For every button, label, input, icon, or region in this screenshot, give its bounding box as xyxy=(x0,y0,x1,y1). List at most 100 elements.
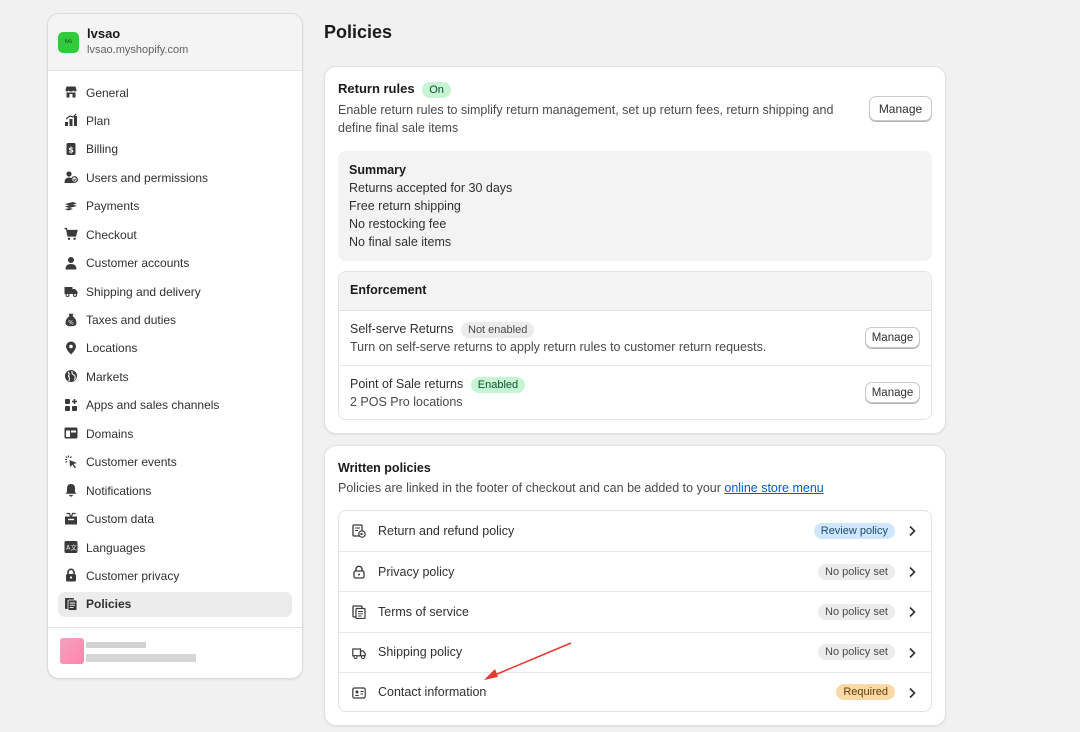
sidebar-item-markets[interactable]: Markets xyxy=(58,364,292,389)
sidebar-item-customer-events[interactable]: Customer events xyxy=(58,450,292,475)
chevron-right-icon xyxy=(905,524,919,538)
sidebar-item-label: Locations xyxy=(86,341,138,356)
sidebar-item-notifications[interactable]: Notifications xyxy=(58,478,292,503)
sidebar-item-apps[interactable]: Apps and sales channels xyxy=(58,393,292,418)
chevron-right-icon xyxy=(905,565,919,579)
person-icon xyxy=(64,256,78,270)
policy-row-terms[interactable]: Terms of service No policy set xyxy=(339,591,931,631)
summary-panel: Summary Returns accepted for 30 days Fre… xyxy=(338,151,932,261)
policy-row-shipping[interactable]: Shipping policy No policy set xyxy=(339,631,931,672)
sidebar-item-label: Apps and sales channels xyxy=(86,398,220,413)
settings-sidebar: lvs lvsao lvsao.myshopify.com General Pl… xyxy=(47,13,303,679)
sidebar-item-label: General xyxy=(86,85,129,100)
policy-label: Terms of service xyxy=(378,604,469,619)
self-serve-returns-label: Self-serve Returns xyxy=(350,322,454,336)
enforcement-panel: Enforcement Self-serve Returns Not enabl… xyxy=(338,271,932,420)
store-header[interactable]: lvs lvsao lvsao.myshopify.com xyxy=(48,14,302,71)
pos-returns-description: 2 POS Pro locations xyxy=(350,395,463,409)
chevron-right-icon xyxy=(905,686,919,700)
sidebar-item-languages[interactable]: A文 Languages xyxy=(58,535,292,560)
store-name: lvsao xyxy=(87,26,121,41)
bell-icon xyxy=(64,483,78,497)
custom-data-icon xyxy=(64,512,78,526)
manage-self-serve-button[interactable]: Manage xyxy=(865,327,920,348)
blurred-user-account[interactable] xyxy=(60,638,210,672)
tax-icon: % xyxy=(64,313,78,327)
status-badge: Not enabled xyxy=(461,321,535,338)
written-policies-description: Policies are linked in the footer of che… xyxy=(338,479,824,497)
sidebar-item-shipping[interactable]: Shipping and delivery xyxy=(58,279,292,304)
return-rules-description: Enable return rules to simplify return m… xyxy=(338,103,834,135)
sidebar-item-label: Domains xyxy=(86,426,134,441)
sidebar-divider xyxy=(48,627,302,628)
sidebar-item-label: Users and permissions xyxy=(86,170,209,185)
sidebar-item-customer-privacy[interactable]: Customer privacy xyxy=(58,563,292,588)
policy-row-return-refund[interactable]: Return and refund policy Review policy xyxy=(339,511,931,551)
written-policies-description-text: Policies are linked in the footer of che… xyxy=(338,481,721,495)
chevron-right-icon xyxy=(905,605,919,619)
policy-label: Contact information xyxy=(378,685,487,700)
enforcement-row-pos: Point of Sale returns Enabled 2 POS Pro … xyxy=(339,365,931,419)
sidebar-item-taxes[interactable]: % Taxes and duties xyxy=(58,308,292,333)
summary-line: No restocking fee xyxy=(349,217,447,231)
summary-title: Summary xyxy=(349,163,406,177)
svg-text:文: 文 xyxy=(71,544,77,552)
sidebar-item-billing[interactable]: $ Billing xyxy=(58,137,292,162)
policy-row-contact[interactable]: Contact information Required xyxy=(339,671,931,711)
cart-icon xyxy=(64,227,78,241)
summary-line: No final sale items xyxy=(349,235,452,249)
truck-icon xyxy=(352,646,366,660)
sidebar-item-customer-accounts[interactable]: Customer accounts xyxy=(58,251,292,276)
sidebar-item-checkout[interactable]: Checkout xyxy=(58,222,292,247)
svg-text:$: $ xyxy=(68,145,74,154)
sidebar-item-label: Billing xyxy=(86,142,119,157)
summary-line: Free return shipping xyxy=(349,199,461,213)
sidebar-item-label: Shipping and delivery xyxy=(86,284,201,299)
return-rules-heading: Return rules On xyxy=(338,81,451,98)
policy-label: Return and refund policy xyxy=(378,524,515,539)
sidebar-item-label: Plan xyxy=(86,113,111,128)
manage-return-rules-button[interactable]: Manage xyxy=(869,96,932,121)
payments-icon xyxy=(64,199,78,213)
sidebar-item-plan[interactable]: Plan xyxy=(58,108,292,133)
online-store-menu-link[interactable]: online store menu xyxy=(724,481,823,495)
store-logo: lvs xyxy=(58,31,79,53)
truck-icon xyxy=(64,284,78,298)
redacted-user-name xyxy=(86,642,146,648)
sidebar-item-general[interactable]: General xyxy=(58,80,292,105)
status-badge: No policy set xyxy=(818,603,895,620)
status-badge: Enabled xyxy=(470,376,526,393)
sidebar-item-label: Customer events xyxy=(86,455,177,470)
cursor-click-icon xyxy=(64,455,78,469)
lock-icon xyxy=(64,568,78,582)
sidebar-item-label: Customer accounts xyxy=(86,256,190,271)
sidebar-item-label: Customer privacy xyxy=(86,568,180,583)
sidebar-item-label: Checkout xyxy=(86,227,137,242)
sidebar-item-domains[interactable]: Domains xyxy=(58,421,292,446)
written-policies-title: Written policies xyxy=(338,461,431,475)
language-icon: A文 xyxy=(64,540,78,554)
manage-pos-returns-button[interactable]: Manage xyxy=(865,382,920,403)
status-badge: No policy set xyxy=(818,644,895,661)
enforcement-title: Enforcement xyxy=(339,272,931,311)
policy-list: Return and refund policy Review policy P… xyxy=(338,510,932,712)
avatar xyxy=(60,638,84,664)
sidebar-item-users[interactable]: Users and permissions xyxy=(58,165,292,190)
enforcement-row-title: Self-serve Returns Not enabled xyxy=(350,320,920,338)
policy-icon xyxy=(64,597,78,611)
return-rules-title: Return rules xyxy=(338,81,415,96)
sidebar-item-label: Taxes and duties xyxy=(86,313,177,327)
sidebar-item-payments[interactable]: Payments xyxy=(58,194,292,219)
sidebar-item-custom-data[interactable]: Custom data xyxy=(58,507,292,532)
sidebar-item-policies[interactable]: Policies xyxy=(58,591,292,617)
sidebar-item-locations[interactable]: Locations xyxy=(58,336,292,361)
enforcement-row-title: Point of Sale returns Enabled xyxy=(350,375,920,393)
page-title: Policies xyxy=(324,22,393,42)
policy-row-privacy[interactable]: Privacy policy No policy set xyxy=(339,551,931,591)
location-pin-icon xyxy=(64,341,78,355)
written-policies-card: Written policies Policies are linked in … xyxy=(324,445,946,726)
policy-label: Shipping policy xyxy=(378,645,463,660)
apps-icon xyxy=(64,398,78,412)
sidebar-item-label: Custom data xyxy=(86,512,155,527)
status-badge: On xyxy=(422,81,451,98)
